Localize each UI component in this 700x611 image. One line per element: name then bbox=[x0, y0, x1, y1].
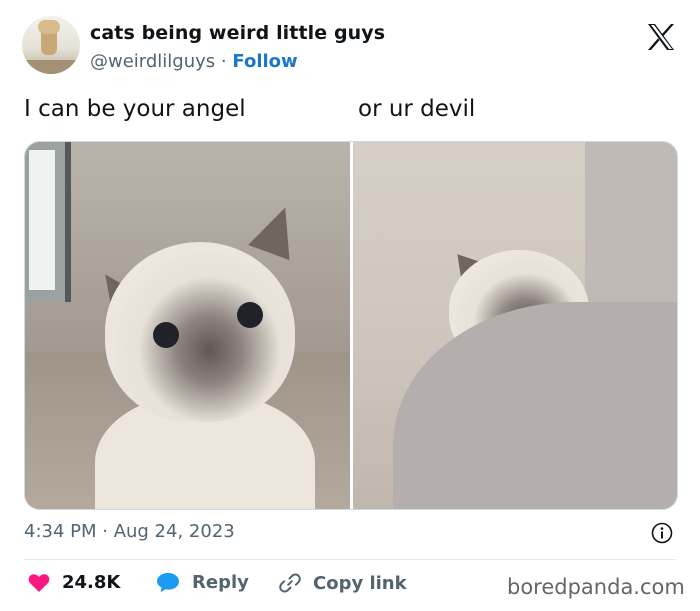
display-name[interactable]: cats being weird little guys bbox=[90, 22, 385, 44]
account-handle[interactable]: @weirdlilguys bbox=[90, 51, 215, 72]
like-button[interactable]: 24.8K bbox=[28, 572, 120, 593]
caption-devil: or ur devil bbox=[358, 96, 476, 122]
caption-angel: I can be your angel bbox=[24, 96, 246, 122]
cat-eye-left bbox=[153, 322, 179, 348]
angel-cat-photo[interactable] bbox=[25, 142, 350, 509]
window-glass bbox=[29, 150, 55, 290]
handle-row: @weirdlilguys · Follow bbox=[90, 51, 298, 72]
link-icon bbox=[279, 573, 301, 593]
heart-icon bbox=[28, 573, 50, 592]
separator-dot: · bbox=[220, 51, 227, 72]
cat-ear-right bbox=[248, 199, 306, 261]
sofa-arm bbox=[393, 302, 677, 509]
boredpanda-watermark: boredpanda.com bbox=[507, 575, 685, 599]
reply-label: Reply bbox=[192, 572, 249, 593]
info-icon[interactable] bbox=[651, 522, 673, 544]
devil-cat-photo[interactable] bbox=[353, 142, 677, 509]
like-count: 24.8K bbox=[62, 572, 121, 593]
avatar[interactable] bbox=[22, 16, 80, 74]
avatar-floor bbox=[22, 60, 80, 74]
copy-link-button[interactable]: Copy link bbox=[279, 572, 407, 594]
cat-head-angel bbox=[105, 242, 295, 422]
divider-line bbox=[24, 559, 676, 560]
speech-bubble-icon bbox=[157, 573, 179, 593]
follow-button[interactable]: Follow bbox=[232, 51, 297, 72]
media-grid[interactable] bbox=[24, 141, 678, 510]
avatar-cat-head bbox=[38, 20, 60, 34]
cat-eye-right bbox=[237, 302, 263, 328]
copy-link-label: Copy link bbox=[313, 572, 407, 594]
reply-button[interactable]: Reply bbox=[156, 572, 249, 593]
window-frame bbox=[25, 142, 71, 302]
tweet-timestamp[interactable]: 4:34 PM · Aug 24, 2023 bbox=[24, 521, 235, 542]
x-logo-icon[interactable] bbox=[646, 23, 676, 51]
